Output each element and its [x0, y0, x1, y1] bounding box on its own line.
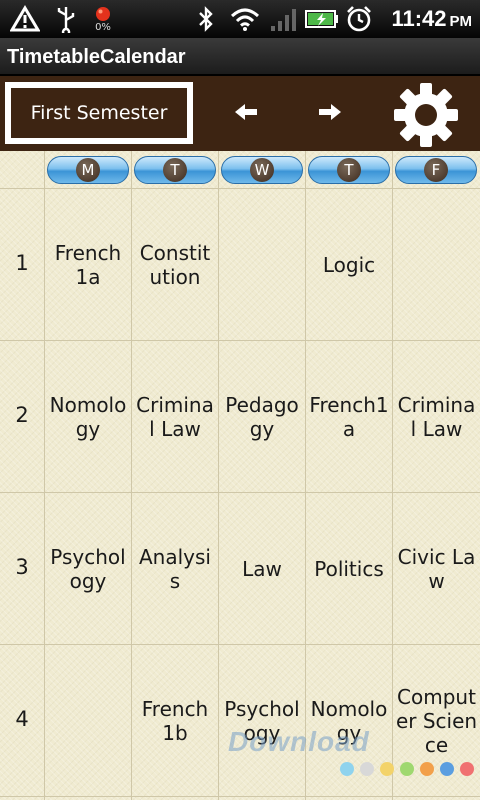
course-name: Law [242, 556, 282, 581]
period-number: 4 [15, 707, 29, 731]
timetable-cell[interactable] [219, 189, 305, 340]
usb-icon [52, 4, 80, 34]
gear-icon [392, 83, 460, 152]
semester-selector-button[interactable]: First Semester [5, 82, 193, 144]
timetable-grid: M T W T F 1 French 1a Constitution Logic 2 Nomolog… [0, 151, 480, 800]
day-header[interactable]: T [134, 156, 216, 184]
battery-charging-icon [304, 4, 340, 34]
day-badge: W [250, 158, 274, 182]
wifi-icon [228, 4, 262, 34]
course-name: Pedagogy [225, 392, 299, 441]
timetable-cell[interactable]: Psychology [45, 493, 131, 644]
course-name: Politics [314, 556, 384, 581]
day-badge: M [76, 158, 100, 182]
battery-alert-icon: 0% [88, 4, 118, 34]
timetable-cell[interactable]: Analysis [132, 493, 218, 644]
course-name: Criminal Law [397, 392, 476, 441]
settings-button[interactable] [392, 82, 460, 148]
course-name: Nomology [49, 392, 127, 441]
timetable-cell[interactable]: Law [219, 493, 305, 644]
course-name: Logic [322, 252, 376, 277]
signal-icon [268, 4, 300, 34]
timetable-cell[interactable]: Logic [306, 189, 392, 340]
course-name: Criminal Law [136, 392, 214, 441]
previous-semester-button[interactable] [230, 98, 262, 130]
day-header[interactable]: F [395, 156, 477, 184]
semester-label: First Semester [30, 102, 168, 124]
timetable-cell[interactable]: Politics [306, 493, 392, 644]
day-header[interactable]: T [308, 156, 390, 184]
timetable-cell[interactable] [45, 645, 131, 796]
timetable-cell[interactable] [393, 189, 480, 340]
timetable-cell[interactable]: Psychology [219, 645, 305, 796]
app-title: TimetableCalendar [7, 46, 186, 68]
course-name: Analysis [139, 544, 211, 593]
bluetooth-icon [194, 4, 218, 34]
timetable-cell[interactable]: Pedagogy [219, 341, 305, 492]
timetable-cell[interactable]: French1a [306, 341, 392, 492]
warning-icon [8, 4, 42, 34]
timetable-cell[interactable]: Constitution [132, 189, 218, 340]
timetable-cell[interactable]: French 1b [132, 645, 218, 796]
alarm-clock-icon [344, 4, 374, 34]
timetable-cell[interactable]: Computer Science [393, 645, 480, 796]
course-name: French1a [309, 392, 389, 441]
course-name: Constitution [139, 240, 211, 289]
period-number: 2 [15, 403, 29, 427]
day-badge: F [424, 158, 448, 182]
timetable-cell[interactable]: Civic Law [393, 493, 480, 644]
timetable-cell[interactable]: French 1a [45, 189, 131, 340]
day-header[interactable]: W [221, 156, 303, 184]
app-title-bar: TimetableCalendar [0, 38, 480, 76]
battery-percent-text: 0% [95, 21, 111, 33]
course-name: Nomology [310, 696, 388, 745]
timetable-cell[interactable]: Nomology [45, 341, 131, 492]
timetable-cell[interactable]: Nomology [306, 645, 392, 796]
course-name: Computer Science [395, 684, 478, 757]
grid-row-divider [0, 796, 480, 797]
arrow-right-icon [317, 102, 343, 126]
course-name: Psychology [50, 544, 126, 593]
next-semester-button[interactable] [314, 98, 346, 130]
course-name: Civic Law [397, 544, 476, 593]
clock: 11:42 PM [391, 6, 472, 31]
course-name: Psychology [224, 696, 300, 745]
status-bar: 0% 11:42 PM [0, 0, 480, 38]
timetable-cell[interactable]: Criminal Law [393, 341, 480, 492]
day-badge: T [163, 158, 187, 182]
semester-toolbar: First Semester [0, 76, 480, 151]
course-name: French 1a [54, 240, 122, 289]
period-number: 3 [15, 555, 29, 579]
day-badge: T [337, 158, 361, 182]
course-name: French 1b [141, 696, 209, 745]
day-header[interactable]: M [47, 156, 129, 184]
timetable-cell[interactable]: Criminal Law [132, 341, 218, 492]
arrow-left-icon [233, 102, 259, 126]
period-number: 1 [15, 251, 29, 275]
